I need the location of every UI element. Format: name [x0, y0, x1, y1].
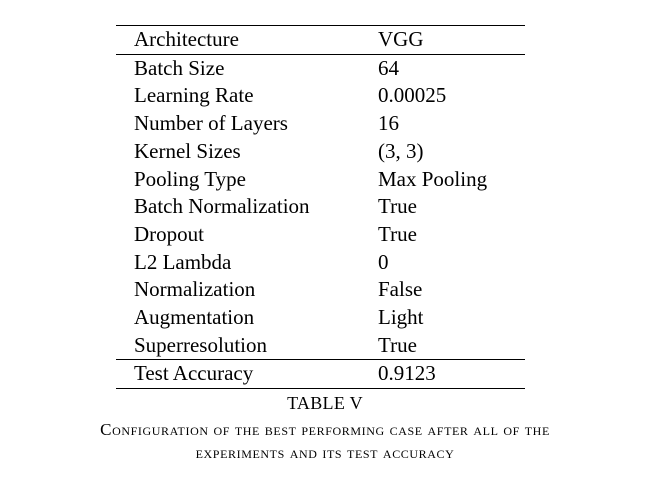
- table-footer-row: Test Accuracy 0.9123: [116, 359, 525, 389]
- footer-key: Test Accuracy: [134, 361, 254, 386]
- table-row: Dropout True: [116, 221, 525, 249]
- table-caption-label: TABLE V: [287, 393, 363, 413]
- table-caption-line-2: experiments and its test accuracy: [195, 443, 455, 462]
- table-row: Superresolution True: [116, 332, 525, 360]
- config-table: Architecture VGG Batch Size 64 Learning …: [116, 25, 525, 389]
- row-value: (3, 3): [378, 138, 424, 163]
- table-caption: Configuration of the best performing cas…: [0, 418, 650, 464]
- row-key: L2 Lambda: [134, 249, 232, 274]
- row-value: True: [378, 194, 417, 219]
- row-key: Superresolution: [134, 332, 267, 357]
- row-value: True: [378, 332, 417, 357]
- table-header-row: Architecture VGG: [116, 25, 525, 55]
- row-key: Number of Layers: [134, 111, 288, 136]
- row-key: Learning Rate: [134, 83, 254, 108]
- table-row: Learning Rate 0.00025: [116, 82, 525, 110]
- row-key: Pooling Type: [134, 166, 246, 191]
- footer-value: 0.9123: [378, 361, 436, 386]
- row-value: 16: [378, 111, 399, 136]
- row-key: Normalization: [134, 277, 256, 302]
- table-row: Number of Layers 16: [116, 110, 525, 138]
- table-row: Batch Normalization True: [116, 193, 525, 221]
- row-key: Batch Normalization: [134, 194, 310, 219]
- row-value: 0.00025: [378, 83, 447, 108]
- table-row: Batch Size 64: [116, 54, 525, 82]
- table-caption-line-1: Configuration of the best performing cas…: [100, 420, 550, 439]
- table-row: Normalization False: [116, 276, 525, 304]
- config-table-container: Architecture VGG Batch Size 64 Learning …: [116, 25, 525, 389]
- row-value: 0: [378, 249, 389, 274]
- table-row: Augmentation Light: [116, 304, 525, 332]
- table-row: Kernel Sizes (3, 3): [116, 138, 525, 166]
- header-key: Architecture: [134, 27, 239, 51]
- row-key: Dropout: [134, 221, 204, 246]
- header-value: VGG: [378, 27, 424, 51]
- row-value: 64: [378, 55, 399, 80]
- row-value: True: [378, 221, 417, 246]
- table-row: L2 Lambda 0: [116, 249, 525, 277]
- row-value: Light: [378, 305, 424, 330]
- row-key: Kernel Sizes: [134, 138, 241, 163]
- row-key: Batch Size: [134, 55, 225, 80]
- row-key: Augmentation: [134, 305, 255, 330]
- table-row: Pooling Type Max Pooling: [116, 166, 525, 194]
- row-value: Max Pooling: [378, 166, 488, 191]
- row-value: False: [378, 277, 423, 302]
